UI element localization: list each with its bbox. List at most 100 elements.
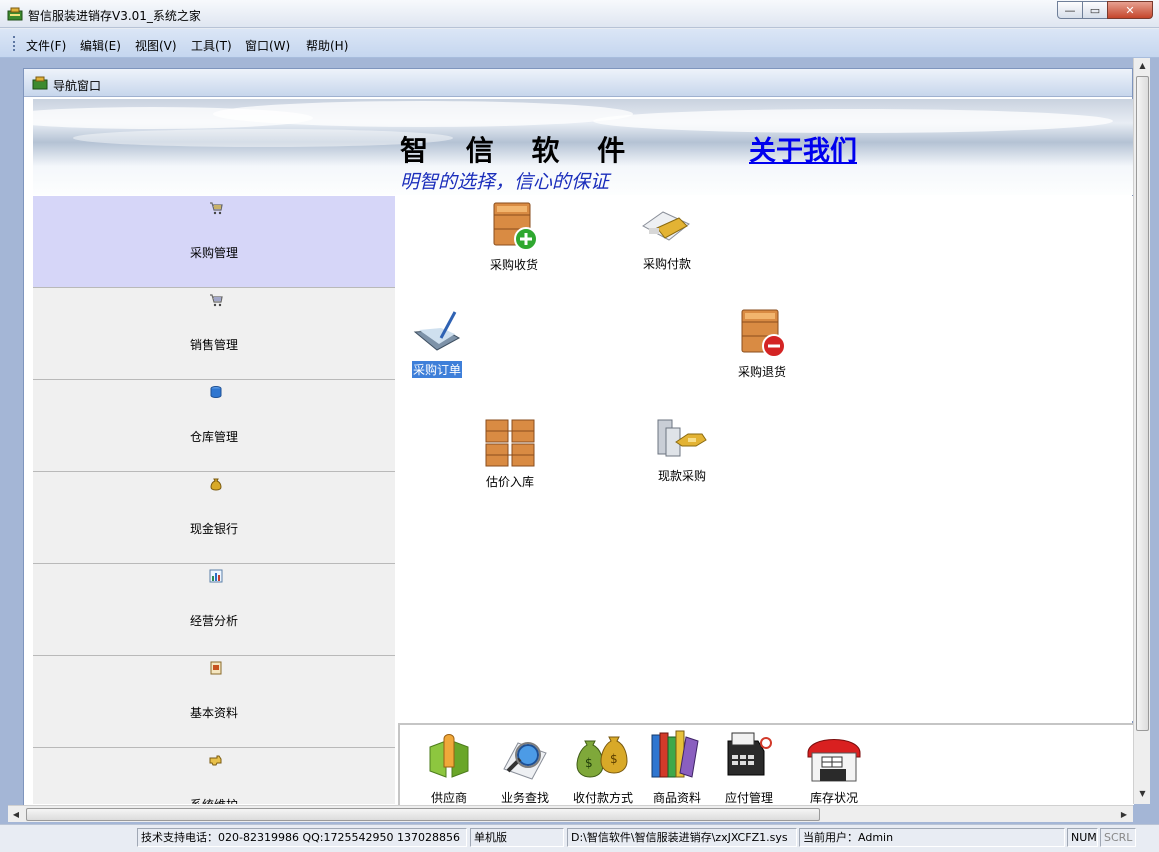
nav-item-business-analysis[interactable]: 经营分析 xyxy=(33,564,395,656)
shortcut-payment-methods[interactable]: $ $ 收付款方式 xyxy=(566,727,640,805)
chart-icon xyxy=(209,569,223,583)
scroll-left-arrow-icon[interactable]: ◀ xyxy=(8,806,24,823)
shopping-cart-icon xyxy=(210,202,223,215)
left-navigation-panel: 采购管理 销售管理 仓库管理 现金银行 经营分析 基本资料 xyxy=(33,196,395,804)
hand-pointer-icon xyxy=(209,755,222,766)
vertical-scrollbar-thumb[interactable] xyxy=(1136,76,1149,731)
tool-label: 采购订单 xyxy=(411,361,462,378)
warehouse-icon xyxy=(807,739,861,782)
database-icon xyxy=(210,386,222,399)
cloud-decoration xyxy=(73,129,453,147)
supplier-icon xyxy=(429,734,469,778)
app-icon xyxy=(7,7,23,21)
nav-item-label: 采购管理 xyxy=(189,246,238,260)
shortcut-business-search[interactable]: 业务查找 xyxy=(490,727,560,805)
shortcut-label: 供应商 xyxy=(430,791,467,805)
magnifier-globe-icon xyxy=(503,742,547,780)
status-current-user: 当前用户：Admin xyxy=(799,828,1065,847)
scroll-right-arrow-icon[interactable]: ▶ xyxy=(1116,806,1132,823)
tool-purchase-return[interactable]: 采购退货 xyxy=(732,306,792,380)
navigation-window-icon xyxy=(32,76,48,90)
money-bag-icon xyxy=(210,478,222,491)
stacked-boxes-icon xyxy=(485,419,535,467)
nav-item-label: 基本资料 xyxy=(189,706,238,720)
nav-item-system-maintenance[interactable]: 系统维护 xyxy=(33,748,395,804)
order-pen-icon xyxy=(413,311,461,351)
tool-label: 采购付款 xyxy=(642,257,691,271)
status-database-path: D:\智信软件\智信服装进销存\zxJXCFZ1.sys xyxy=(567,828,797,847)
box-remove-icon xyxy=(741,309,786,358)
menu-bar: 文件(F) 编辑(E) 视图(V) 工具(T) 窗口(W) 帮助(H) xyxy=(0,29,1159,58)
slogan: 明智的选择，信心的保证 xyxy=(400,171,610,193)
mdi-client-area: 导航窗口 智 信 软 件 关于我们 明智的选择，信心的保证 采购管理 销售管理 … xyxy=(0,58,1159,824)
menu-file[interactable]: 文件(F) xyxy=(26,37,66,54)
close-button[interactable]: ✕ xyxy=(1107,1,1153,19)
nav-item-label: 仓库管理 xyxy=(189,430,238,444)
vertical-scrollbar[interactable]: ▲ ▼ xyxy=(1133,58,1150,804)
nav-item-label: 经营分析 xyxy=(189,614,238,628)
status-support-info: 技术支持电话：020-82319986 QQ:1725542950 137028… xyxy=(137,828,467,847)
window-controls: — ▭ ✕ xyxy=(1057,1,1153,19)
status-num-lock: NUM xyxy=(1067,828,1098,847)
nav-item-cash-bank[interactable]: 现金银行 xyxy=(33,472,395,564)
tool-purchase-receipt[interactable]: 采购收货 xyxy=(484,199,544,273)
navigation-window: 导航窗口 智 信 软 件 关于我们 明智的选择，信心的保证 采购管理 销售管理 … xyxy=(23,68,1134,818)
navigation-window-title: 导航窗口 xyxy=(53,79,102,93)
minimize-button[interactable]: — xyxy=(1057,1,1083,19)
status-bar: 技术支持电话：020-82319986 QQ:1725542950 137028… xyxy=(0,824,1159,852)
function-icon-panel: 采购收货 采购付款 采购订单 采购退货 估价入库 现款采购 xyxy=(398,196,1134,721)
nav-item-sales[interactable]: 销售管理 xyxy=(33,288,395,380)
shortcut-label: 业务查找 xyxy=(500,791,549,805)
brand-title: 智 信 软 件 xyxy=(400,134,640,167)
shortcut-label: 库存状况 xyxy=(809,791,858,805)
title-bar: 智信服装进销存V3.01_系统之家 — ▭ ✕ xyxy=(0,0,1159,28)
menu-grip-handle[interactable] xyxy=(13,36,16,51)
nav-item-basic-data[interactable]: 基本资料 xyxy=(33,656,395,748)
tool-label: 采购收货 xyxy=(489,258,538,272)
nav-item-label: 销售管理 xyxy=(189,338,238,352)
status-edition: 单机版 xyxy=(470,828,564,847)
horizontal-scrollbar[interactable]: ◀ ▶ xyxy=(8,805,1133,822)
maximize-button[interactable]: ▭ xyxy=(1082,1,1108,19)
scroll-up-arrow-icon[interactable]: ▲ xyxy=(1134,58,1151,74)
shopping-cart-icon xyxy=(210,294,223,307)
tool-purchase-order[interactable]: 采购订单 xyxy=(406,308,468,378)
cloud-decoration xyxy=(213,101,633,127)
about-us-link[interactable]: 关于我们 xyxy=(749,129,857,168)
document-icon xyxy=(210,661,222,675)
money-bags-icon: $ $ xyxy=(576,736,628,778)
box-add-icon xyxy=(493,202,538,251)
cash-register-icon xyxy=(727,732,772,776)
nav-item-warehouse[interactable]: 仓库管理 xyxy=(33,380,395,472)
menu-edit[interactable]: 编辑(E) xyxy=(80,37,121,54)
shortcut-payables[interactable]: 应付管理 xyxy=(718,727,780,805)
horizontal-scrollbar-thumb[interactable] xyxy=(26,808,820,821)
shortcut-label: 应付管理 xyxy=(724,791,773,805)
scroll-down-arrow-icon[interactable]: ▼ xyxy=(1134,786,1151,802)
header-banner: 智 信 软 件 关于我们 明智的选择，信心的保证 xyxy=(33,99,1133,195)
menu-view[interactable]: 视图(V) xyxy=(135,37,177,54)
nav-item-label: 现金银行 xyxy=(189,522,238,536)
nav-item-purchase[interactable]: 采购管理 xyxy=(33,196,395,288)
shortcut-inventory-status[interactable]: 库存状况 xyxy=(798,727,870,805)
menu-window[interactable]: 窗口(W) xyxy=(245,37,290,54)
tool-label: 估价入库 xyxy=(485,475,534,489)
tool-label: 采购退货 xyxy=(737,365,786,379)
menu-help[interactable]: 帮助(H) xyxy=(306,37,348,54)
shortcut-label: 收付款方式 xyxy=(572,791,633,805)
status-scroll-lock: SCRL xyxy=(1100,828,1136,847)
tool-label: 现款采购 xyxy=(657,469,706,483)
cash-purchase-icon xyxy=(657,419,707,457)
tool-purchase-payment[interactable]: 采购付款 xyxy=(636,204,698,272)
menu-tools[interactable]: 工具(T) xyxy=(191,37,232,54)
tool-cash-purchase[interactable]: 现款采购 xyxy=(650,412,714,484)
tool-estimated-stock-in[interactable]: 估价入库 xyxy=(478,416,542,490)
books-icon xyxy=(651,730,699,778)
svg-text:$: $ xyxy=(585,756,593,770)
shortcut-label: 商品资料 xyxy=(652,791,701,805)
shortcut-supplier[interactable]: 供应商 xyxy=(414,727,484,805)
bottom-shortcut-bar: 供应商 业务查找 $ $ 收付款方式 商品资料 应付管理 库存状况 xyxy=(398,723,1134,805)
navigation-window-titlebar[interactable]: 导航窗口 xyxy=(24,69,1132,97)
shortcut-product-data[interactable]: 商品资料 xyxy=(644,727,710,805)
svg-text:$: $ xyxy=(610,752,618,766)
